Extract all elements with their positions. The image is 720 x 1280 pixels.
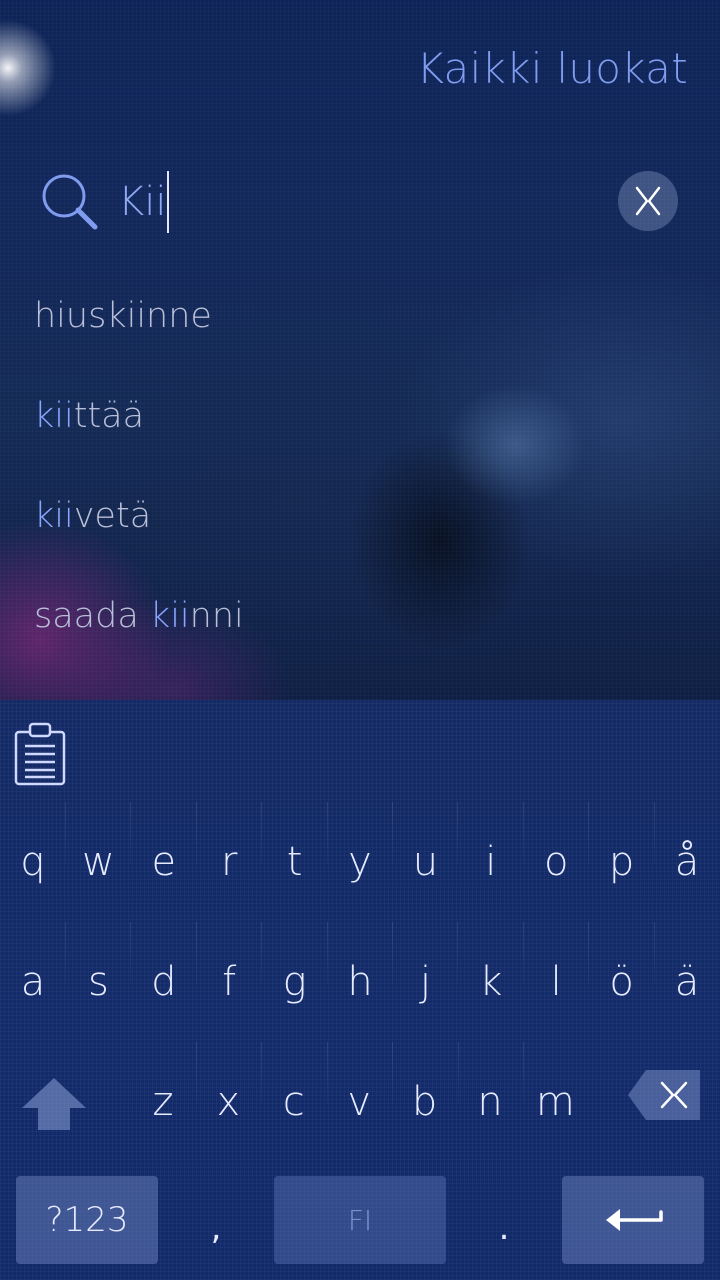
key-separator — [261, 922, 263, 984]
suggestion-match: kii — [34, 496, 74, 536]
key-separator — [130, 922, 132, 984]
key-separator — [588, 802, 590, 864]
enter-key[interactable] — [562, 1176, 704, 1264]
search-icon — [42, 174, 98, 230]
backspace-icon[interactable] — [626, 1068, 702, 1122]
key-separator — [522, 802, 524, 864]
virtual-keyboard: qwertyuiopå asdfghjklöä zxcvbnm ?123 , F… — [0, 700, 720, 1280]
key-separator — [457, 802, 459, 864]
key-b[interactable]: b — [392, 1042, 458, 1162]
text-cursor — [167, 171, 170, 233]
symbols-key[interactable]: ?123 — [16, 1176, 158, 1264]
suggestion-match: kii — [149, 596, 190, 636]
key-q[interactable]: q — [0, 802, 66, 922]
suggestion-text: kiinne — [106, 296, 212, 336]
key-m[interactable]: m — [522, 1042, 588, 1162]
comma-key[interactable]: , — [186, 1176, 246, 1264]
key-y[interactable]: y — [327, 802, 393, 922]
suggestion-match: kii — [34, 396, 74, 436]
clipboard-icon[interactable] — [14, 722, 66, 786]
key-separator — [326, 922, 328, 984]
key-separator — [261, 802, 263, 864]
key-separator — [392, 1042, 394, 1104]
key-separator — [65, 802, 66, 864]
search-input[interactable]: Kii — [118, 171, 170, 233]
key-w[interactable]: w — [65, 802, 131, 922]
key-separator — [457, 1042, 459, 1104]
key-å[interactable]: å — [654, 802, 720, 922]
key-i[interactable]: i — [458, 802, 524, 922]
key-z[interactable]: z — [130, 1042, 196, 1162]
search-query: Kii — [118, 179, 167, 225]
key-a[interactable]: a — [0, 922, 66, 1042]
key-s[interactable]: s — [65, 922, 131, 1042]
key-separator — [195, 922, 197, 984]
key-separator — [653, 922, 655, 984]
key-k[interactable]: k — [458, 922, 524, 1042]
suggestion-text: vetä — [73, 496, 152, 536]
key-separator — [588, 922, 590, 984]
key-row-1: qwertyuiopå — [0, 802, 720, 922]
category-selector[interactable]: Kaikki luokat — [416, 44, 688, 93]
suggestion-text: ttää — [73, 396, 145, 436]
suggestion-item[interactable]: saada kiinni — [34, 588, 244, 688]
key-row-3: zxcvbnm — [0, 1042, 720, 1162]
key-u[interactable]: u — [392, 802, 458, 922]
period-key[interactable]: . — [474, 1176, 534, 1264]
key-row-bottom: ?123 , FI . — [0, 1176, 720, 1266]
search-bar[interactable]: Kii — [0, 160, 720, 244]
key-n[interactable]: n — [457, 1042, 523, 1162]
key-separator — [653, 802, 655, 864]
key-separator — [392, 802, 393, 864]
shift-icon[interactable] — [18, 1072, 90, 1136]
suggestion-list: hiuskiinne kiittää kiivetä saada kiinni — [34, 288, 244, 688]
key-f[interactable]: f — [196, 922, 262, 1042]
key-separator — [392, 922, 393, 984]
key-v[interactable]: v — [326, 1042, 392, 1162]
clear-search-button[interactable] — [618, 171, 678, 231]
suggestion-text: hius — [34, 296, 107, 336]
key-ä[interactable]: ä — [654, 922, 720, 1042]
key-separator — [196, 1042, 197, 1104]
space-key[interactable]: FI — [274, 1176, 446, 1264]
suggestion-item[interactable]: hiuskiinne — [34, 288, 244, 388]
key-e[interactable]: e — [131, 802, 197, 922]
key-separator — [457, 922, 459, 984]
key-separator — [195, 802, 197, 864]
key-l[interactable]: l — [523, 922, 589, 1042]
key-x[interactable]: x — [195, 1042, 261, 1162]
suggestion-item[interactable]: kiivetä — [34, 488, 244, 588]
key-separator — [326, 1042, 328, 1104]
key-separator — [261, 1042, 263, 1104]
key-separator — [522, 922, 524, 984]
key-separator — [65, 922, 66, 984]
key-o[interactable]: o — [523, 802, 589, 922]
key-t[interactable]: t — [262, 802, 328, 922]
key-p[interactable]: p — [589, 802, 655, 922]
key-c[interactable]: c — [261, 1042, 327, 1162]
key-r[interactable]: r — [196, 802, 262, 922]
suggestion-text: nni — [189, 596, 244, 636]
suggestion-text: saada — [34, 596, 150, 636]
key-row-2: asdfghjklöä — [0, 922, 720, 1042]
key-g[interactable]: g — [262, 922, 328, 1042]
clear-icon — [635, 186, 661, 216]
key-separator — [130, 802, 132, 864]
key-separator — [523, 1042, 524, 1104]
key-h[interactable]: h — [327, 922, 393, 1042]
enter-icon — [606, 1209, 663, 1231]
key-d[interactable]: d — [131, 922, 197, 1042]
suggestion-item[interactable]: kiittää — [34, 388, 244, 488]
key-j[interactable]: j — [392, 922, 458, 1042]
key-ö[interactable]: ö — [589, 922, 655, 1042]
key-separator — [326, 802, 328, 864]
